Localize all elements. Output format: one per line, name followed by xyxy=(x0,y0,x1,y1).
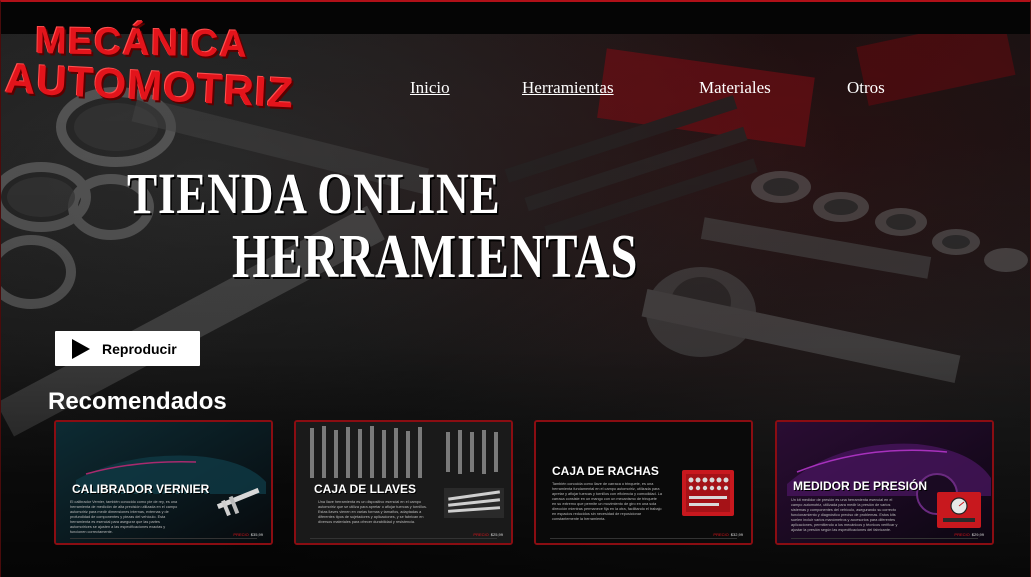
product-card-caja-rachas[interactable]: CAJA DE RACHAS También conocida como lla… xyxy=(534,420,753,545)
nav-link-otros[interactable]: Otros xyxy=(847,78,885,98)
card-description: También conocida como llave de carraca o… xyxy=(552,482,662,521)
card-divider xyxy=(310,538,497,539)
vernier-caliper-image xyxy=(216,487,260,517)
product-card-vernier[interactable]: CALIBRADOR VERNIER El calibrador Vernier… xyxy=(54,420,273,545)
card-title: MEDIDOR DE PRESIÓN xyxy=(793,479,928,493)
card-title: CALIBRADOR VERNIER xyxy=(72,482,210,496)
hero-title-line-1: TIENDA ONLINE xyxy=(127,161,501,226)
card-divider xyxy=(791,538,978,539)
hero-title-line-2: HERRAMIENTAS xyxy=(232,223,639,291)
play-icon xyxy=(72,338,90,359)
card-description: El calibrador Vernier, también conocido … xyxy=(70,500,178,534)
nav-link-materiales[interactable]: Materiales xyxy=(699,78,771,98)
card-divider xyxy=(70,538,257,539)
main-nav: Inicio Herramientas Materiales Otros xyxy=(1,78,1030,102)
recommended-title: Recomendados xyxy=(48,388,227,415)
page: MECÁNICA AUTOMOTRIZ Inicio Herramientas … xyxy=(0,0,1031,577)
card-description: Una llave herramienta es un dispositivo … xyxy=(318,500,427,524)
card-price: PRECIO $35,99 xyxy=(233,532,263,537)
product-card-medidor-presion[interactable]: MEDIDOR DE PRESIÓN Un kit medidor de pre… xyxy=(775,420,994,545)
card-price: PRECIO $32,99 xyxy=(713,532,743,537)
nav-link-herramientas[interactable]: Herramientas xyxy=(522,78,614,98)
play-button-label: Reproducir xyxy=(102,340,177,357)
card-description: Un kit medidor de presión es una herrami… xyxy=(791,498,898,532)
card-price: PRECIO $29,99 xyxy=(954,532,984,537)
wrench-set-image xyxy=(444,488,504,518)
card-price: PRECIO $25,99 xyxy=(473,532,503,537)
ratchet-set-image xyxy=(682,470,734,516)
card-divider xyxy=(550,538,737,539)
nav-link-inicio[interactable]: Inicio xyxy=(410,78,450,98)
card-title: CAJA DE RACHAS xyxy=(552,464,659,478)
pressure-gauge-kit-image xyxy=(937,492,981,528)
product-card-caja-llaves[interactable]: CAJA DE LLAVES Una llave herramienta es … xyxy=(294,420,513,545)
card-title: CAJA DE LLAVES xyxy=(314,482,417,496)
play-button[interactable]: Reproducir xyxy=(55,331,200,366)
